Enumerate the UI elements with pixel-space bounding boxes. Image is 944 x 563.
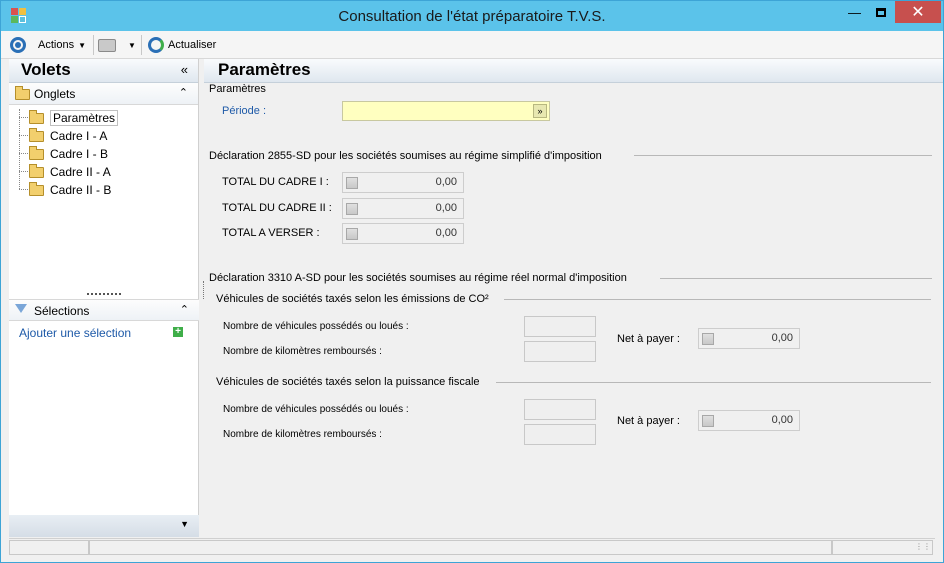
section1-title: Déclaration 2855-SD pour les sociétés so… [209, 150, 602, 162]
selections-header[interactable]: Sélections ⌃ [9, 299, 199, 321]
total-verser-label: TOTAL A VERSER : [222, 227, 320, 239]
folder-icon [29, 145, 44, 160]
sub1-net-field[interactable]: 0,00 [698, 328, 800, 349]
divider [634, 155, 932, 156]
splitter-grip[interactable] [87, 293, 121, 295]
tabs-header-label: Onglets [34, 87, 76, 101]
actions-menu[interactable]: Actions ▼ [10, 36, 86, 54]
chevron-down-icon: ▼ [128, 40, 136, 50]
window-title: Consultation de l'état préparatoire T.V.… [338, 8, 606, 25]
tree-item-cadre-2b[interactable]: Cadre II - B [9, 181, 198, 199]
sub1-vehicles-input[interactable] [524, 316, 596, 337]
folder-icon [15, 86, 30, 100]
left-pane: Volets « Onglets ⌃ Paramètres Cadre I - … [9, 59, 199, 537]
main-header: Paramètres [204, 59, 943, 83]
sub2-net-label: Net à payer : [617, 415, 680, 427]
status-cell [9, 540, 89, 555]
title-bar: Consultation de l'état préparatoire T.V.… [1, 1, 943, 31]
add-selection-link[interactable]: Ajouter une sélection [19, 326, 131, 340]
chevron-down-icon: ▼ [78, 40, 86, 50]
maximize-icon[interactable] [867, 1, 894, 23]
total-cadre1-field[interactable]: 0,00 [342, 172, 464, 193]
sub1-title: Véhicules de sociétés taxés selon les ém… [216, 293, 489, 305]
toolbar-separator [141, 35, 142, 55]
actions-label: Actions [38, 39, 75, 51]
toolbar-separator [93, 35, 94, 55]
splitter-handle[interactable] [203, 281, 204, 299]
sub1-net-label: Net à payer : [617, 333, 680, 345]
total-cadre2-label: TOTAL DU CADRE II : [222, 202, 332, 214]
chevron-up-icon[interactable]: ⌃ [180, 303, 189, 316]
tabs-header[interactable]: Onglets ⌃ [9, 83, 198, 105]
app-window: Consultation de l'état préparatoire T.V.… [0, 0, 944, 563]
refresh-label: Actualiser [168, 39, 217, 51]
sub1-km-input[interactable] [524, 341, 596, 362]
chevron-down-icon[interactable]: ▼ [180, 519, 189, 529]
print-button[interactable]: ▼ [98, 36, 136, 54]
sub2-vehicles-label: Nombre de véhicules possédés ou loués : [223, 404, 409, 415]
sub2-km-input[interactable] [524, 424, 596, 445]
tree-item-parametres[interactable]: Paramètres [9, 109, 198, 127]
toolbar: Actions ▼ ▼ Actualiser [1, 31, 943, 59]
resize-grip-icon[interactable]: ⋮⋮ [915, 542, 931, 551]
period-select[interactable]: » [342, 101, 550, 121]
section2-title: Déclaration 3310 A-SD pour les sociétés … [209, 272, 627, 284]
selections-label: Sélections [34, 304, 90, 318]
params-group-label: Paramètres [209, 83, 266, 95]
main-panel: Paramètres Paramètres Période : » Déclar… [203, 59, 943, 537]
divider [504, 299, 931, 300]
divider [660, 278, 932, 279]
tree-item-cadre-1b[interactable]: Cadre I - B [9, 145, 198, 163]
filter-icon [15, 304, 27, 313]
volets-header: Volets « [9, 59, 198, 83]
sub2-vehicles-input[interactable] [524, 399, 596, 420]
collapse-pane-icon[interactable]: « [181, 62, 188, 77]
tree-item-cadre-2a[interactable]: Cadre II - A [9, 163, 198, 181]
tree-item-cadre-1a[interactable]: Cadre I - A [9, 127, 198, 145]
refresh-icon [148, 37, 164, 53]
target-icon [10, 37, 26, 53]
dropdown-icon[interactable]: » [533, 104, 547, 118]
folder-icon [29, 181, 44, 196]
total-verser-field[interactable]: 0,00 [342, 223, 464, 244]
open-folder-icon [29, 109, 44, 124]
tabs-tree: Paramètres Cadre I - A Cadre I - B Cadre… [9, 109, 198, 199]
sub2-km-label: Nombre de kilomètres remboursés : [223, 429, 382, 440]
close-icon[interactable]: ✕ [895, 1, 941, 23]
page-title: Paramètres [218, 60, 311, 79]
pane-title: Volets [21, 60, 71, 79]
refresh-button[interactable]: Actualiser [148, 36, 216, 54]
divider [496, 382, 931, 383]
chevron-up-icon[interactable]: ⌃ [179, 86, 188, 99]
minimize-icon[interactable]: — [841, 1, 868, 23]
sub2-title: Véhicules de sociétés taxés selon la pui… [216, 376, 480, 388]
sub2-net-field[interactable]: 0,00 [698, 410, 800, 431]
total-cadre2-field[interactable]: 0,00 [342, 198, 464, 219]
status-bar: ⋮⋮ [9, 538, 935, 556]
printer-icon [98, 38, 116, 52]
sub1-vehicles-label: Nombre de véhicules possédés ou loués : [223, 321, 409, 332]
folder-icon [29, 127, 44, 142]
period-label: Période : [222, 105, 267, 117]
status-cell [89, 540, 832, 555]
total-cadre1-label: TOTAL DU CADRE I : [222, 176, 329, 188]
sub1-km-label: Nombre de kilomètres remboursés : [223, 346, 382, 357]
pane-footer: ▼ [9, 515, 199, 537]
add-icon[interactable]: + [173, 327, 183, 337]
folder-icon [29, 163, 44, 178]
